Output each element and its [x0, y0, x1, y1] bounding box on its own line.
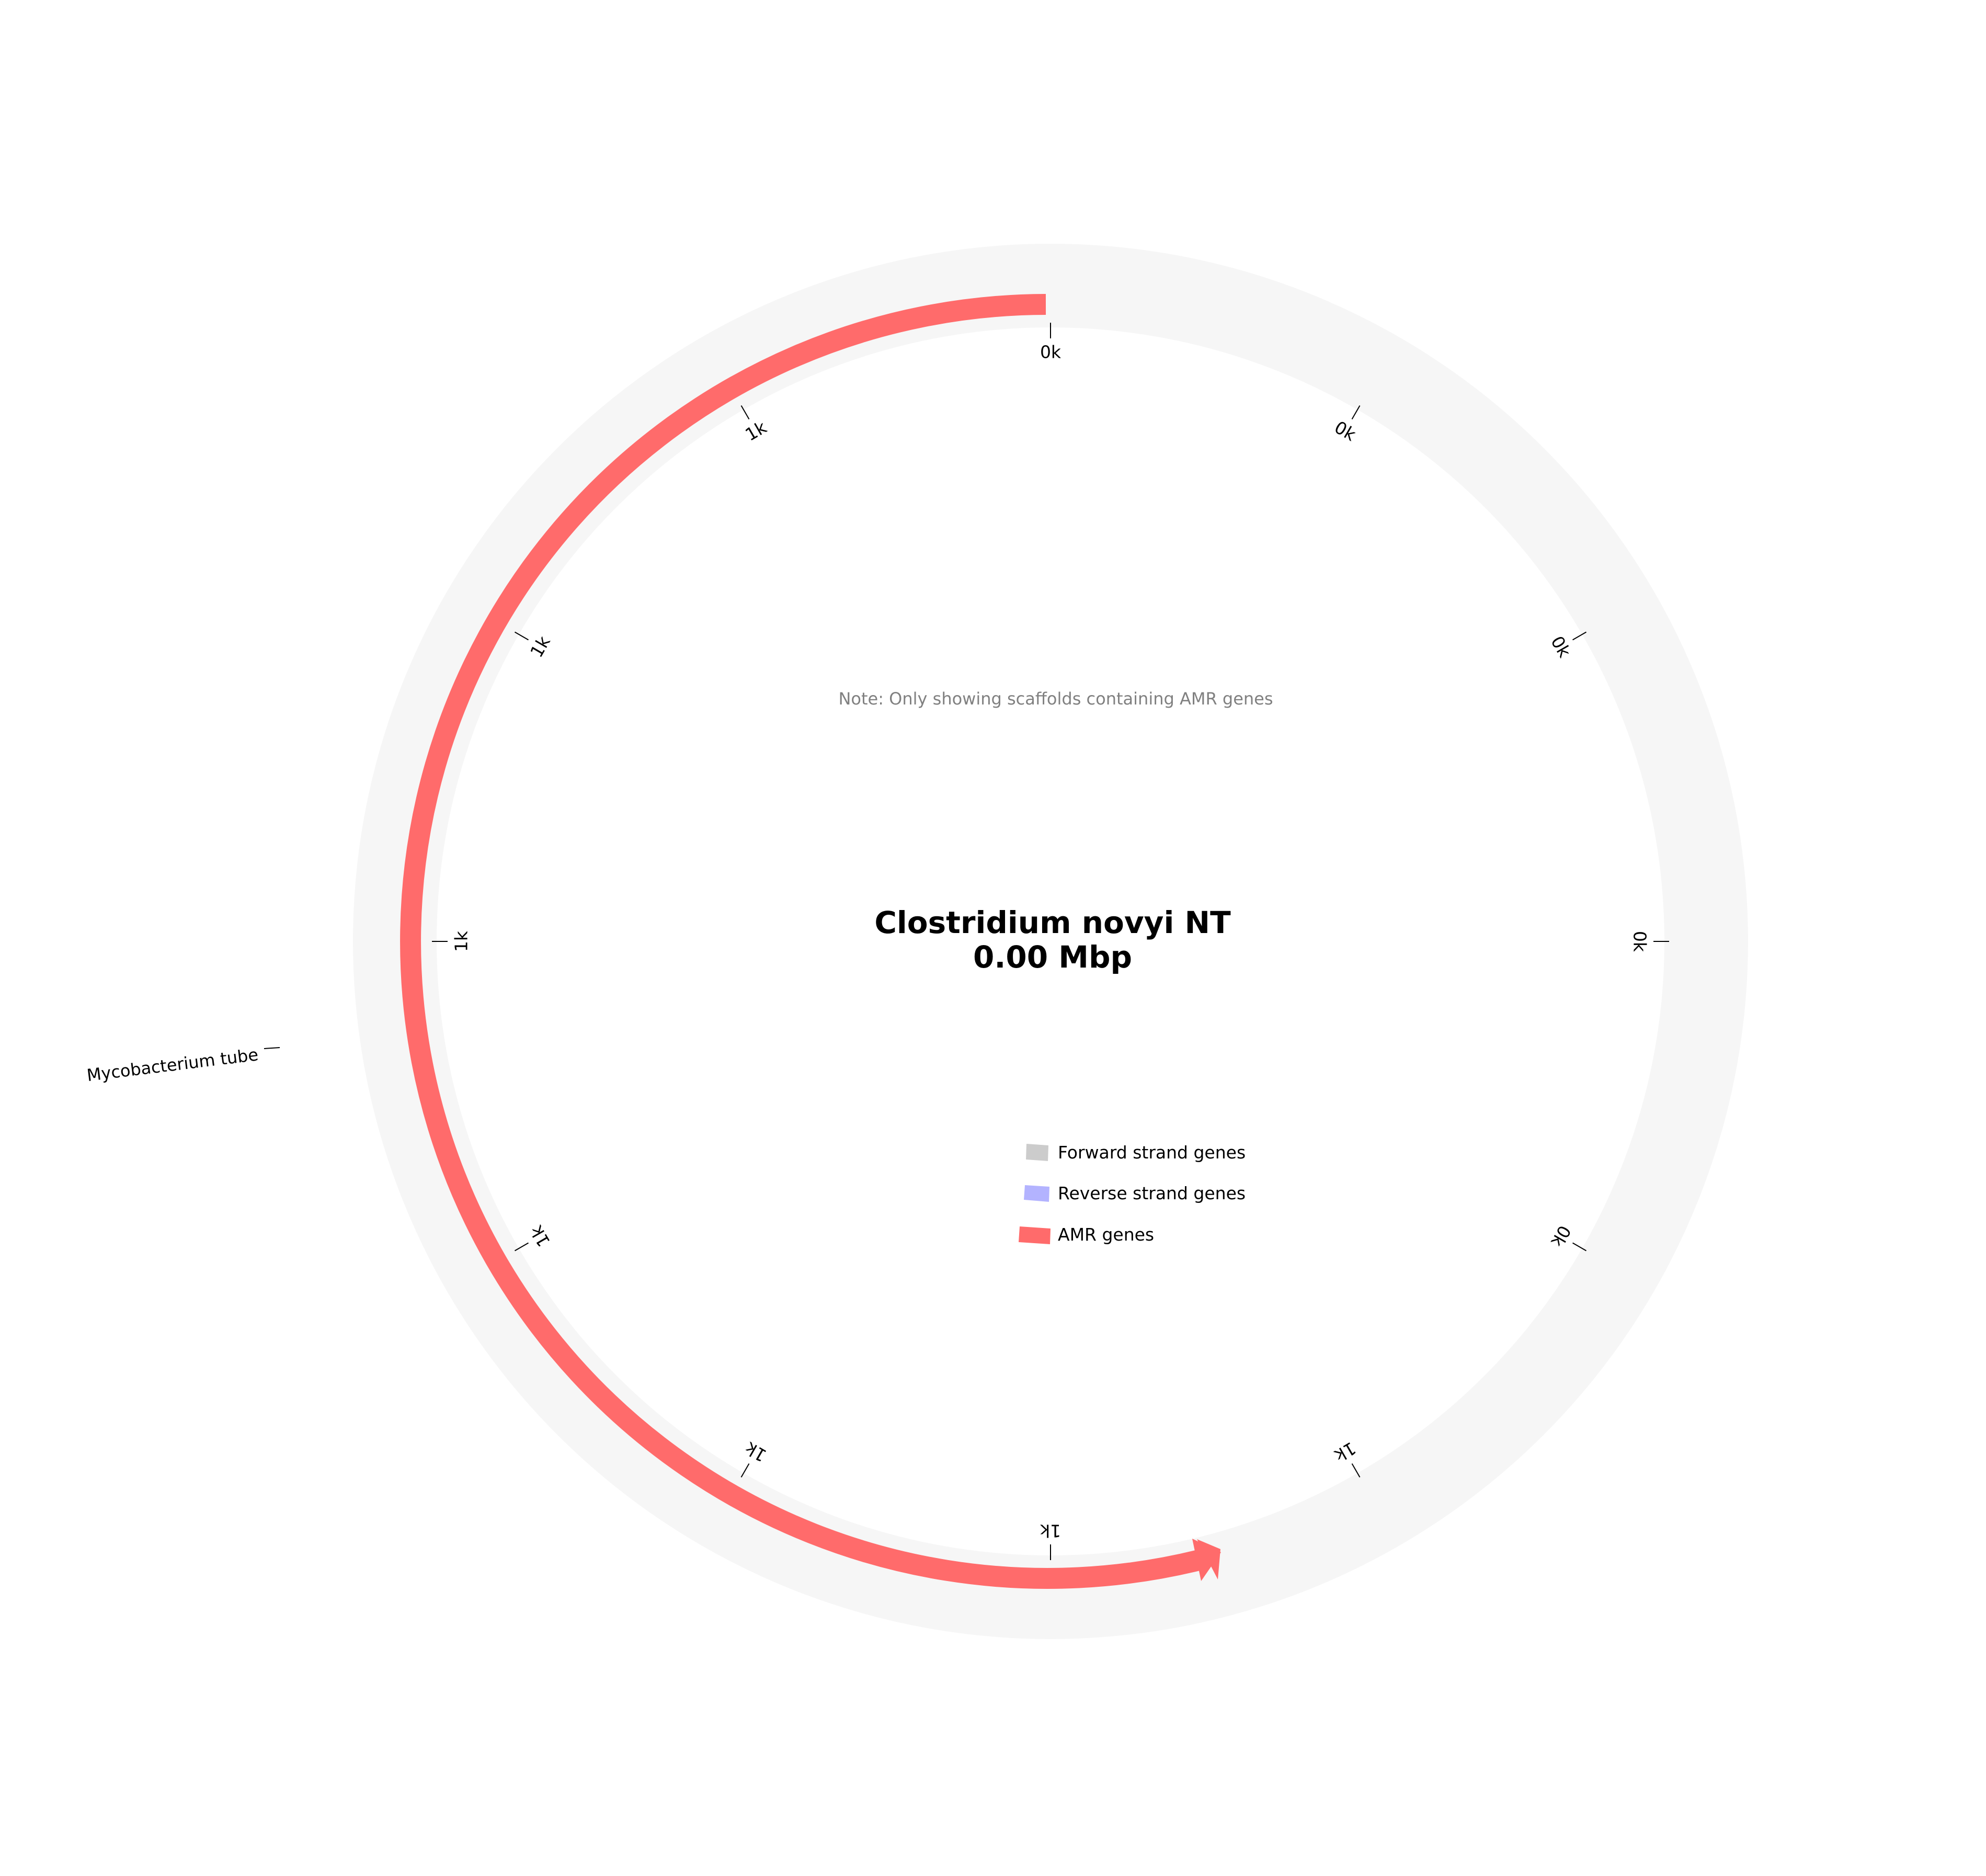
genome-map: 0k 0k 0k 0k 0k 1k 1k 1k 1k 1k 1k 1k Mycobacterium t… — [86, 244, 1748, 1639]
legend: Forward strand genes Reverse strand gene… — [1019, 1142, 1246, 1245]
note-text: Note: Only showing scaffolds containing … — [838, 689, 1273, 709]
legend-swatch-forward — [1026, 1144, 1048, 1161]
tick-label: 1k — [526, 632, 554, 661]
tick-label: 1k — [451, 930, 472, 952]
legend-label-amr: AMR genes — [1058, 1224, 1154, 1245]
genome-title: Clostridium novyi NT — [874, 905, 1231, 940]
tick-label: 1k — [526, 1222, 554, 1250]
tick-label: 1k — [741, 1438, 770, 1466]
tick-label: 1k — [1040, 1521, 1061, 1541]
scaffold-label-leader — [264, 1047, 280, 1049]
scaffold-label-group: Mycobacterium tube — [86, 1044, 280, 1085]
tick-label: 0k — [1040, 342, 1062, 362]
tick-label: 1k — [741, 417, 770, 445]
tick-label: 0k — [1547, 1222, 1575, 1250]
tick-label: 0k — [1331, 417, 1360, 445]
tick-label: 1k — [1331, 1438, 1360, 1466]
scaffold-label: Mycobacterium tube — [86, 1044, 259, 1085]
legend-swatch-reverse — [1024, 1185, 1049, 1202]
tick-label: 0k — [1630, 931, 1650, 952]
tick-label: 0k — [1547, 632, 1575, 661]
genome-size: 0.00 Mbp — [973, 939, 1132, 975]
legend-swatch-amr — [1019, 1226, 1051, 1244]
legend-label-forward: Forward strand genes — [1058, 1142, 1246, 1163]
legend-label-reverse: Reverse strand genes — [1058, 1183, 1246, 1203]
